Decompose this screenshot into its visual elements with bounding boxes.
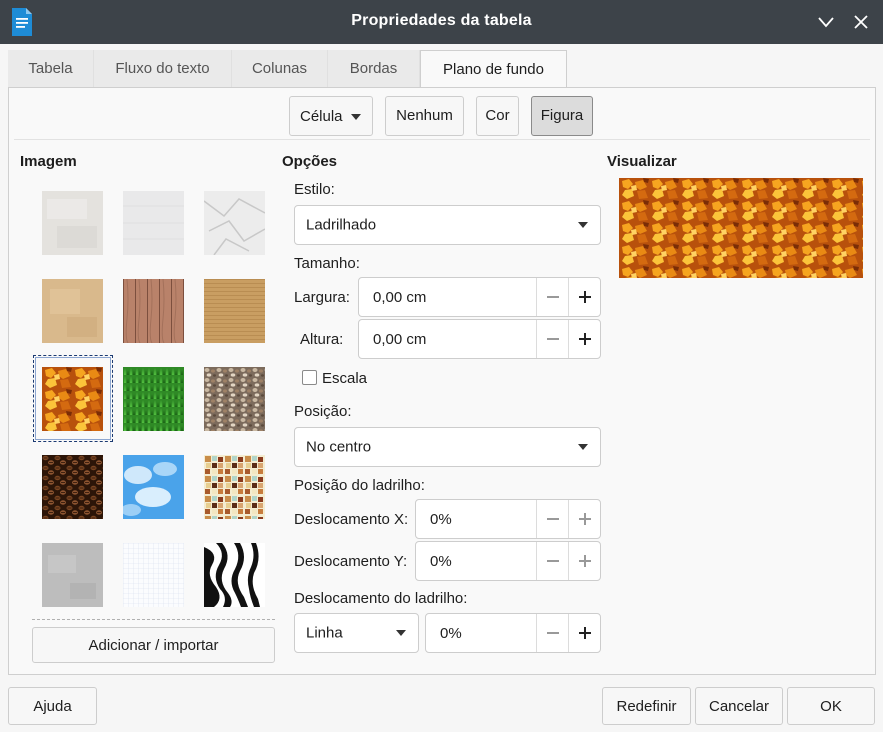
- chevron-down-icon[interactable]: [814, 10, 838, 34]
- width-value: 0,00 cm: [373, 289, 427, 306]
- thumbnail-grass[interactable]: [123, 367, 184, 431]
- thumbnail-painted-white[interactable]: [42, 191, 103, 255]
- height-value: 0,00 cm: [373, 331, 427, 348]
- thumbnail-concrete[interactable]: [42, 543, 103, 607]
- thumbnail-autumn-leaves[interactable]: [42, 367, 103, 431]
- increase-tile-offset-button[interactable]: [568, 614, 600, 652]
- tile-position-label: Posição do ladrilho:: [294, 477, 425, 494]
- tab-plano-de-fundo[interactable]: Plano de fundo: [420, 50, 567, 89]
- thumbnail-zebra[interactable]: [204, 543, 265, 607]
- thumbnail-sky-clouds[interactable]: [123, 455, 184, 519]
- increase-offset-x-button[interactable]: [568, 500, 600, 538]
- size-label: Tamanho:: [294, 255, 360, 272]
- color-button[interactable]: Cor: [476, 96, 519, 136]
- decrease-offset-x-button[interactable]: [536, 500, 568, 538]
- offset-y-spinbox[interactable]: 0%: [415, 541, 601, 581]
- offset-y-value: 0%: [430, 553, 452, 570]
- scale-label: Escala: [322, 370, 368, 387]
- height-label: Altura:: [300, 331, 344, 348]
- decrease-height-button[interactable]: [536, 320, 568, 358]
- preview-image: [619, 178, 863, 278]
- position-value: No centro: [306, 438, 372, 456]
- thumbnail-paper-kraft[interactable]: [42, 279, 103, 343]
- tile-offset-value: 0%: [440, 625, 462, 642]
- offset-x-label: Deslocamento X:: [294, 511, 409, 528]
- caret-down-icon: [578, 222, 588, 228]
- position-label: Posição:: [294, 403, 352, 420]
- options-heading: Opções: [282, 153, 338, 170]
- close-icon[interactable]: [849, 10, 873, 34]
- thumbnail-pebbles[interactable]: [204, 367, 265, 431]
- width-spinbox[interactable]: 0,00 cm: [358, 277, 601, 317]
- image-list-divider: [32, 619, 275, 620]
- caret-down-icon: [396, 630, 406, 636]
- style-value: Ladrilhado: [306, 216, 377, 234]
- increase-width-button[interactable]: [568, 278, 600, 316]
- caret-down-icon: [351, 114, 361, 120]
- offset-x-spinbox[interactable]: 0%: [415, 499, 601, 539]
- tile-offset-mode-value: Linha: [306, 624, 343, 642]
- thumbnail-paper-crumpled[interactable]: [204, 191, 265, 255]
- tab-fluxo-do-texto[interactable]: Fluxo do texto: [94, 50, 232, 88]
- type-selector-dropdown[interactable]: Célula: [289, 96, 373, 136]
- thumbnail-wood-planks[interactable]: [123, 279, 184, 343]
- tile-offset-label: Deslocamento do ladrilho:: [294, 590, 468, 607]
- tile-offset-spinbox[interactable]: 0%: [425, 613, 601, 653]
- add-import-button[interactable]: Adicionar / importar: [32, 627, 275, 663]
- thumbnail-coffee-beans[interactable]: [42, 455, 103, 519]
- preview-heading: Visualizar: [607, 153, 677, 170]
- thumbnail-color-squares[interactable]: [204, 455, 265, 519]
- cancel-button[interactable]: Cancelar: [695, 687, 783, 725]
- height-spinbox[interactable]: 0,00 cm: [358, 319, 601, 359]
- help-button[interactable]: Ajuda: [8, 687, 97, 725]
- decrease-tile-offset-button[interactable]: [536, 614, 568, 652]
- reset-button[interactable]: Redefinir: [602, 687, 691, 725]
- increase-height-button[interactable]: [568, 320, 600, 358]
- style-label: Estilo:: [294, 181, 335, 198]
- tile-offset-mode-dropdown[interactable]: Linha: [294, 613, 419, 653]
- window-title: Propriedades da tabela: [351, 12, 532, 29]
- separator: [14, 139, 870, 140]
- caret-down-icon: [578, 444, 588, 450]
- none-button[interactable]: Nenhum: [385, 96, 464, 136]
- decrease-offset-y-button[interactable]: [536, 542, 568, 580]
- thumbnail-cardboard[interactable]: [204, 279, 265, 343]
- tab-tabela[interactable]: Tabela: [8, 50, 94, 88]
- position-dropdown[interactable]: No centro: [294, 427, 601, 467]
- increase-offset-y-button[interactable]: [568, 542, 600, 580]
- width-label: Largura:: [294, 289, 350, 306]
- scale-checkbox[interactable]: [302, 370, 317, 385]
- thumbnail-paper-white[interactable]: [123, 191, 184, 255]
- thumbnail-grid-paper[interactable]: [123, 543, 184, 607]
- style-dropdown[interactable]: Ladrilhado: [294, 205, 601, 245]
- decrease-width-button[interactable]: [536, 278, 568, 316]
- ok-button[interactable]: OK: [787, 687, 875, 725]
- title-bar: Propriedades da tabela: [0, 0, 883, 44]
- tab-bordas[interactable]: Bordas: [328, 50, 420, 88]
- offset-y-label: Deslocamento Y:: [294, 553, 408, 570]
- tab-colunas[interactable]: Colunas: [232, 50, 328, 88]
- image-heading: Imagem: [20, 153, 77, 170]
- type-selector-value: Célula: [300, 108, 343, 125]
- image-button[interactable]: Figura: [531, 96, 593, 136]
- offset-x-value: 0%: [430, 511, 452, 528]
